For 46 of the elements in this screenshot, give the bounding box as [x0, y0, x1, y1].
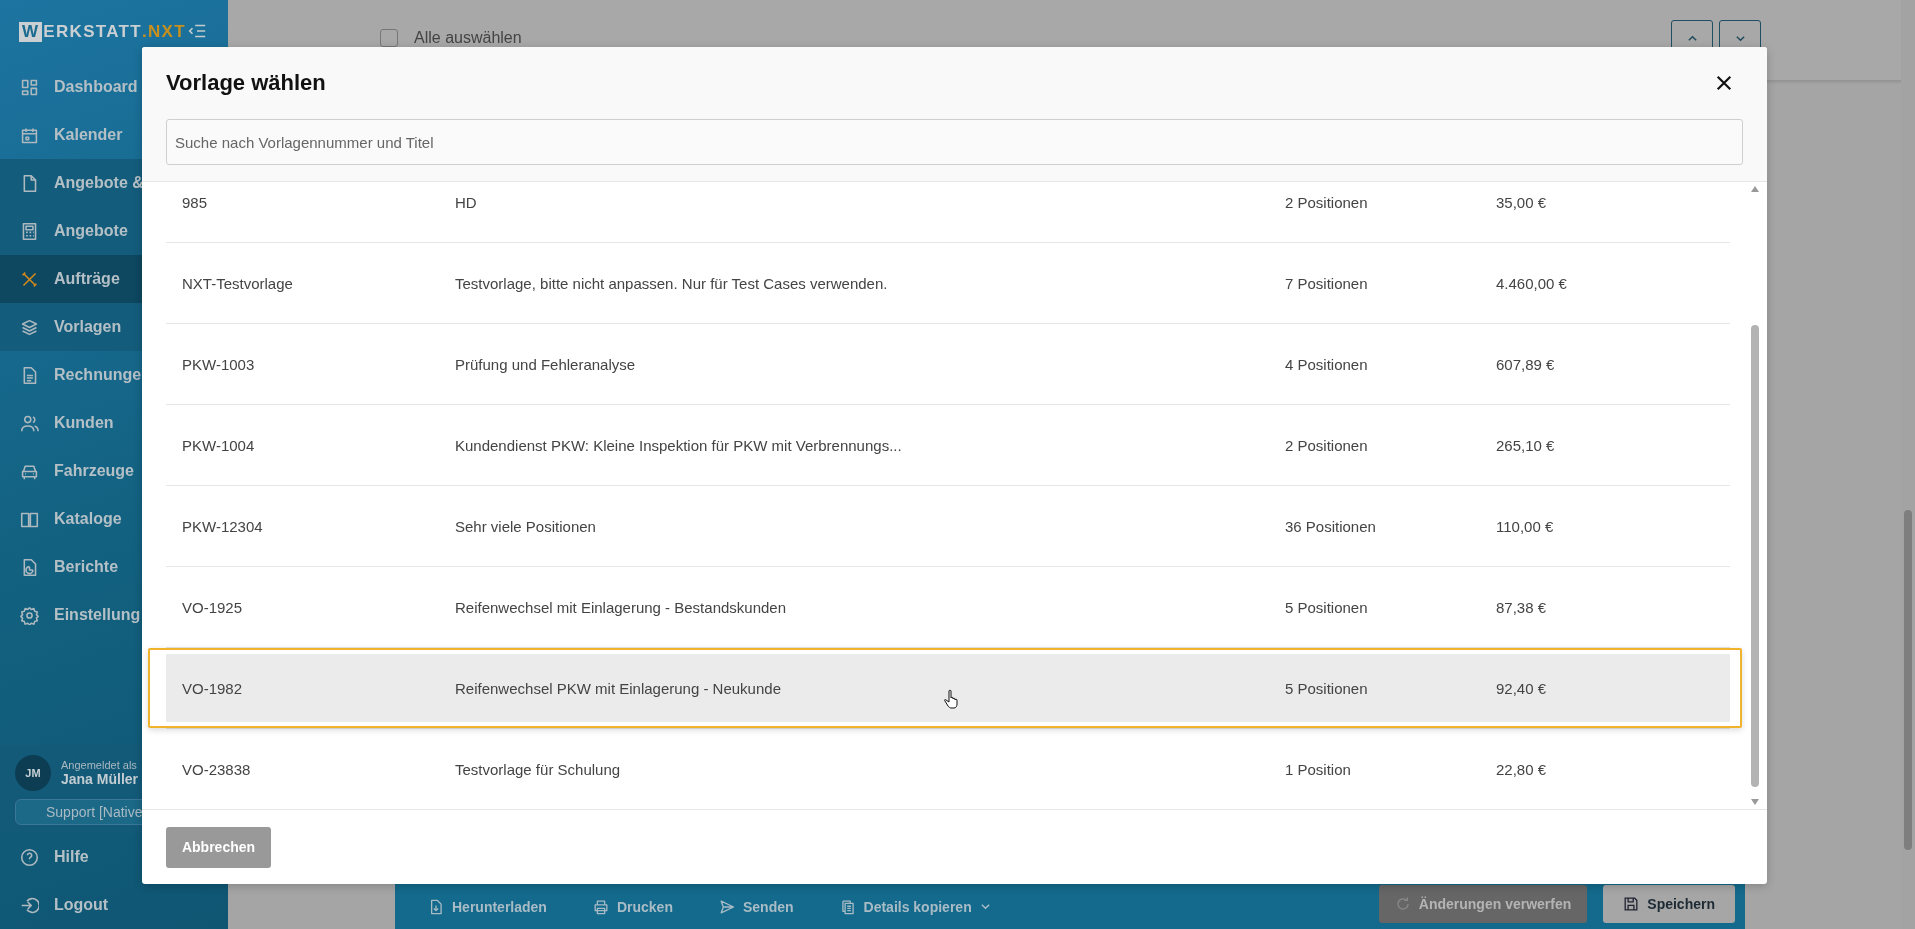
action-button[interactable]: Drucken [592, 898, 673, 915]
table-cell-text: Reifenwechsel PKW mit Einlagerung - Neukunde [455, 679, 782, 697]
table-cell-text: PKW-1004 [181, 436, 256, 454]
table-cell-text: 4.460,00 € [1496, 274, 1568, 292]
table-cell-text: VO-1925 [181, 598, 244, 616]
table-cell-text: HD [455, 193, 478, 211]
table-cell-text: 2 Positionen [1285, 193, 1369, 211]
user-name: Jana Müller [61, 771, 139, 787]
logo: W ERKSTATT.NXT [0, 0, 228, 63]
table-cell-text: 7 Positionen [1285, 274, 1369, 292]
table-cell-text: 5 Positionen [1285, 679, 1369, 697]
action-button[interactable]: Senden [718, 898, 794, 915]
table-cell-text: 607,89 € [1496, 355, 1556, 373]
search-field[interactable]: Suche nach Vorlagennummer und Titel [166, 119, 1743, 165]
table-cell-text: Kundendienst PKW: Kleine Inspektion für PKW mit Verbrennungs... [455, 436, 903, 454]
table-cell-text: 92,40 € [1496, 679, 1548, 697]
table-cell-text: Prüfung und Fehleranalyse [455, 355, 637, 373]
user-caption: Angemeldet als [61, 759, 138, 771]
table-cell-text: Testvorlage für Schulung [455, 760, 622, 778]
template-row[interactable]: VO-1982 Reifenwechsel PKW mit Einlagerung - Neukunde 5 Positionen 92,40 € [148, 648, 1742, 728]
avatar: JM [15, 755, 51, 791]
table-cell-text: Sehr viele Positionen [455, 517, 597, 535]
table-cell-text: 1 Position [1285, 760, 1352, 778]
table-cell-text: Testvorlage, bitte nicht anpassen. Nur für Test Cases verwenden. [455, 274, 889, 292]
nav-item[interactable]: Logout [0, 881, 228, 929]
table-cell-text: Reifenwechsel mit Einlagerung - Bestandskunden [455, 598, 788, 616]
table-cell-text: 35,00 € [1496, 193, 1548, 211]
template-row[interactable]: PKW-1004 Kundendienst PKW: Kleine Inspektion für PKW mit Verbrennungs... 2 Positionen 265,10 € [148, 405, 1742, 485]
select-all-label: Alle auswählen [414, 29, 522, 47]
action-button[interactable]: Details kopieren [839, 898, 991, 915]
table-cell-text: 2 Positionen [1285, 436, 1369, 454]
table-cell-text: 36 Positionen [1285, 517, 1377, 535]
table-cell-text: 4 Positionen [1285, 355, 1369, 373]
action-button[interactable]: Herunterladen [428, 898, 547, 915]
table-cell-text: VO-1982 [181, 679, 244, 697]
save-button[interactable]: Speichern [1603, 884, 1735, 923]
table-cell-text: 22,80 € [1496, 760, 1548, 778]
table-cell-text: 110,00 € [1496, 517, 1555, 535]
table-cell-text: VO-23838 [181, 760, 252, 778]
cancel-button[interactable]: Abbrechen [166, 826, 271, 868]
dialog-title: Vorlage wählen [166, 70, 326, 96]
table-cell-text: PKW-1003 [181, 355, 256, 373]
table-cell-text: PKW-12304 [181, 517, 264, 535]
table-cell-text: 5 Positionen [1285, 598, 1369, 616]
table-cell-text: 265,10 € [1496, 436, 1556, 454]
table-cell-text: 87,38 € [1496, 598, 1548, 616]
